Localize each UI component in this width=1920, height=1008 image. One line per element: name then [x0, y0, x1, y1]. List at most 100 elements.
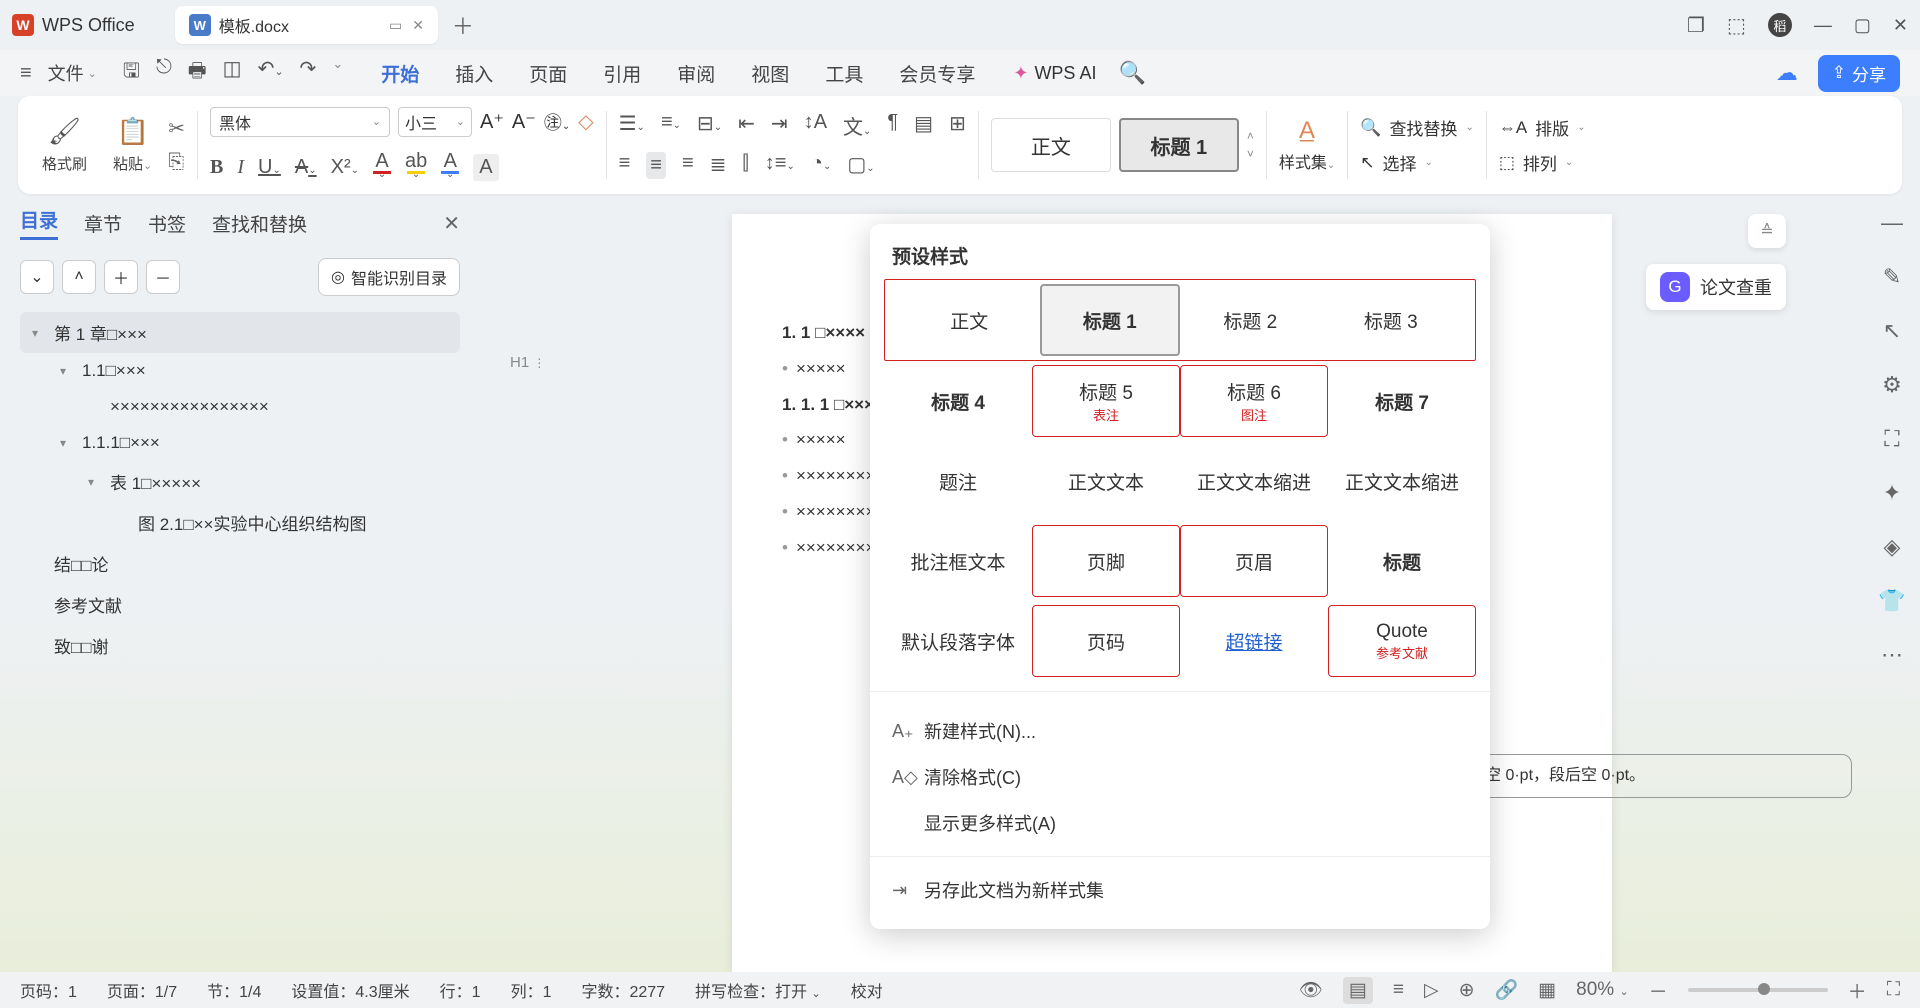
style-grid-item[interactable]: 标题 4 — [884, 365, 1032, 437]
share-button[interactable]: ⇪ 分享 — [1818, 55, 1900, 92]
highlight-button[interactable]: ab⌄ — [405, 151, 427, 184]
close-button[interactable]: ✕ — [1893, 15, 1908, 36]
font-name-select[interactable]: 黑体⌄ — [210, 107, 390, 137]
superscript-button[interactable]: X²⌄ — [331, 156, 359, 179]
toc-item[interactable]: 致□□谢 — [20, 625, 460, 666]
text-direction-icon[interactable]: 文⌄ — [843, 111, 871, 140]
more-qat-icon[interactable]: ⌄ — [332, 56, 343, 90]
style-grid-item[interactable]: 正文 — [899, 284, 1040, 356]
underline-button[interactable]: U⌄ — [258, 156, 281, 179]
toc-item[interactable]: ▾表 1□××××× — [20, 461, 460, 502]
style-grid-item[interactable]: Quote参考文献 — [1328, 605, 1476, 677]
view-read-icon[interactable]: 👁 — [1299, 978, 1323, 1002]
cube-icon[interactable]: ⬚ — [1727, 13, 1746, 38]
char-shading-button[interactable]: A — [473, 154, 498, 181]
tab-page[interactable]: 页面 — [529, 60, 567, 87]
style-scroll-up-icon[interactable]: ˄ — [1247, 129, 1254, 143]
distribute-icon[interactable]: ⫿ — [742, 152, 748, 179]
style-grid-item[interactable]: 正文文本缩进 — [1180, 445, 1328, 517]
rail-capture-icon[interactable]: ⛶ — [1884, 426, 1899, 452]
strike-button[interactable]: A⌄ — [295, 156, 317, 179]
style-grid-item[interactable]: 正文文本缩进 — [1328, 445, 1476, 517]
tab-reference[interactable]: 引用 — [603, 60, 641, 87]
toc-item[interactable]: ▾1.1□××× — [20, 353, 460, 389]
toc-remove-button[interactable]: － — [146, 260, 180, 294]
style-grid-item[interactable]: 标题 7 — [1328, 365, 1476, 437]
wps-ai-button[interactable]: ✦ WPS AI — [1013, 63, 1096, 84]
rail-diamond-icon[interactable]: ◈ — [1884, 534, 1901, 560]
tab-close-icon[interactable]: ✕ — [412, 17, 424, 34]
toc-item[interactable]: 结□□论 — [20, 543, 460, 584]
save-icon[interactable]: 🖫 — [123, 56, 140, 90]
bullets-icon[interactable]: ☰⌄ — [619, 111, 645, 140]
style-grid-item[interactable]: 页脚 — [1032, 525, 1180, 597]
line-spacing-icon[interactable]: ↕≡⌄ — [765, 152, 795, 179]
style-grid-item[interactable]: 标题 5表注 — [1032, 365, 1180, 437]
decrease-indent-icon[interactable]: ⇤ — [738, 111, 755, 140]
status-proof[interactable]: 校对 — [851, 978, 883, 1002]
fullscreen-icon[interactable]: ⛶ — [1887, 979, 1900, 1001]
paste-group[interactable]: 📋 粘贴⌄ — [103, 116, 162, 174]
status-setting[interactable]: 设置值：4.3厘米 — [291, 978, 409, 1002]
layout-button[interactable]: ⇔A 排版⌄ — [1499, 115, 1586, 140]
status-section[interactable]: 节：1/4 — [207, 978, 261, 1002]
cloud-icon[interactable]: ☁ — [1776, 60, 1798, 86]
tab-review[interactable]: 审阅 — [677, 60, 715, 87]
sort-icon[interactable]: ↕A — [804, 111, 827, 140]
increase-indent-icon[interactable]: ⇥ — [771, 111, 788, 140]
style-grid-item[interactable]: 页眉 — [1180, 525, 1328, 597]
arrange-button[interactable]: ⬚ 排列⌄ — [1499, 150, 1586, 175]
font-size-select[interactable]: 小三⌄ — [398, 107, 472, 137]
smart-toc-button[interactable]: ◎ 智能识别目录 — [318, 258, 460, 296]
status-page[interactable]: 页面：1/7 — [107, 978, 177, 1002]
search-icon[interactable]: 🔍 — [1118, 60, 1145, 86]
tab-tools[interactable]: 工具 — [825, 60, 863, 87]
cut-icon[interactable]: ✂ — [168, 116, 185, 141]
style-normal[interactable]: 正文 — [991, 118, 1111, 172]
nav-tab-bookmarks[interactable]: 书签 — [148, 210, 186, 237]
tab-member[interactable]: 会员专享 — [899, 60, 975, 87]
rail-minus-icon[interactable]: — — [1881, 210, 1903, 236]
view-link-icon[interactable]: 🔗 — [1495, 978, 1519, 1002]
toc-expand-button[interactable]: ˄ — [62, 260, 96, 294]
toc-item[interactable]: 参考文献 — [20, 584, 460, 625]
menu-save-styleset[interactable]: ⇥ 另存此文档为新样式集 — [870, 867, 1490, 913]
view-outline-icon[interactable]: ≡ — [1393, 979, 1404, 1001]
user-badge[interactable]: 稻 — [1768, 13, 1792, 37]
find-replace-button[interactable]: 🔍 查找替换⌄ — [1360, 115, 1474, 140]
numbering-icon[interactable]: ≡⌄ — [661, 111, 681, 140]
print-icon[interactable]: 🖶 — [188, 56, 207, 90]
menu-new-style[interactable]: A₊ 新建样式(N)... — [870, 708, 1490, 754]
shading-icon[interactable]: ◔⌄ — [811, 152, 831, 179]
tab-insert[interactable]: 插入 — [455, 60, 493, 87]
style-scroll-down-icon[interactable]: ˅ — [1247, 147, 1254, 161]
redo-icon[interactable]: ↷ — [300, 56, 317, 90]
toc-item[interactable]: ▾第 1 章□××× — [20, 312, 460, 353]
undo-icon[interactable]: ↶⌄ — [258, 56, 284, 90]
page-break-icon[interactable]: ⊞ — [949, 111, 966, 140]
style-grid-item[interactable]: 页码 — [1032, 605, 1180, 677]
italic-button[interactable]: I — [237, 156, 244, 179]
rail-settings-icon[interactable]: ⚙ — [1882, 372, 1902, 398]
style-grid-item[interactable]: 题注 — [884, 445, 1032, 517]
window-multi-icon[interactable]: ❐ — [1687, 13, 1705, 38]
view-page-icon[interactable]: ▤ — [1343, 977, 1373, 1004]
toc-add-button[interactable]: ＋ — [104, 260, 138, 294]
rail-cursor-icon[interactable]: ↖ — [1883, 318, 1901, 344]
tab-view[interactable]: 视图 — [751, 60, 789, 87]
rail-pen-icon[interactable]: ✎ — [1883, 264, 1901, 290]
font-color2-button[interactable]: A⌄ — [441, 151, 459, 184]
align-left-icon[interactable]: ≡ — [619, 152, 631, 179]
border-icon[interactable]: ▢⌄ — [847, 152, 874, 179]
style-grid-item[interactable]: 默认段落字体 — [884, 605, 1032, 677]
style-heading1[interactable]: 标题 1 — [1119, 118, 1239, 172]
menu-show-more[interactable]: 显示更多样式(A) — [870, 800, 1490, 846]
document-tab[interactable]: W 模板.docx ▭ ✕ — [175, 6, 438, 44]
increase-font-icon[interactable]: A⁺ — [480, 109, 504, 134]
align-justify-icon[interactable]: ≣ — [710, 152, 727, 179]
font-color-button[interactable]: A⌄ — [373, 151, 391, 184]
style-grid-item[interactable]: 标题 2 — [1180, 284, 1321, 356]
hamburger-icon[interactable]: ≡ — [20, 62, 32, 85]
toc-item[interactable]: ×××××××××××××××× — [20, 389, 460, 425]
style-grid-item[interactable]: 正文文本 — [1032, 445, 1180, 517]
